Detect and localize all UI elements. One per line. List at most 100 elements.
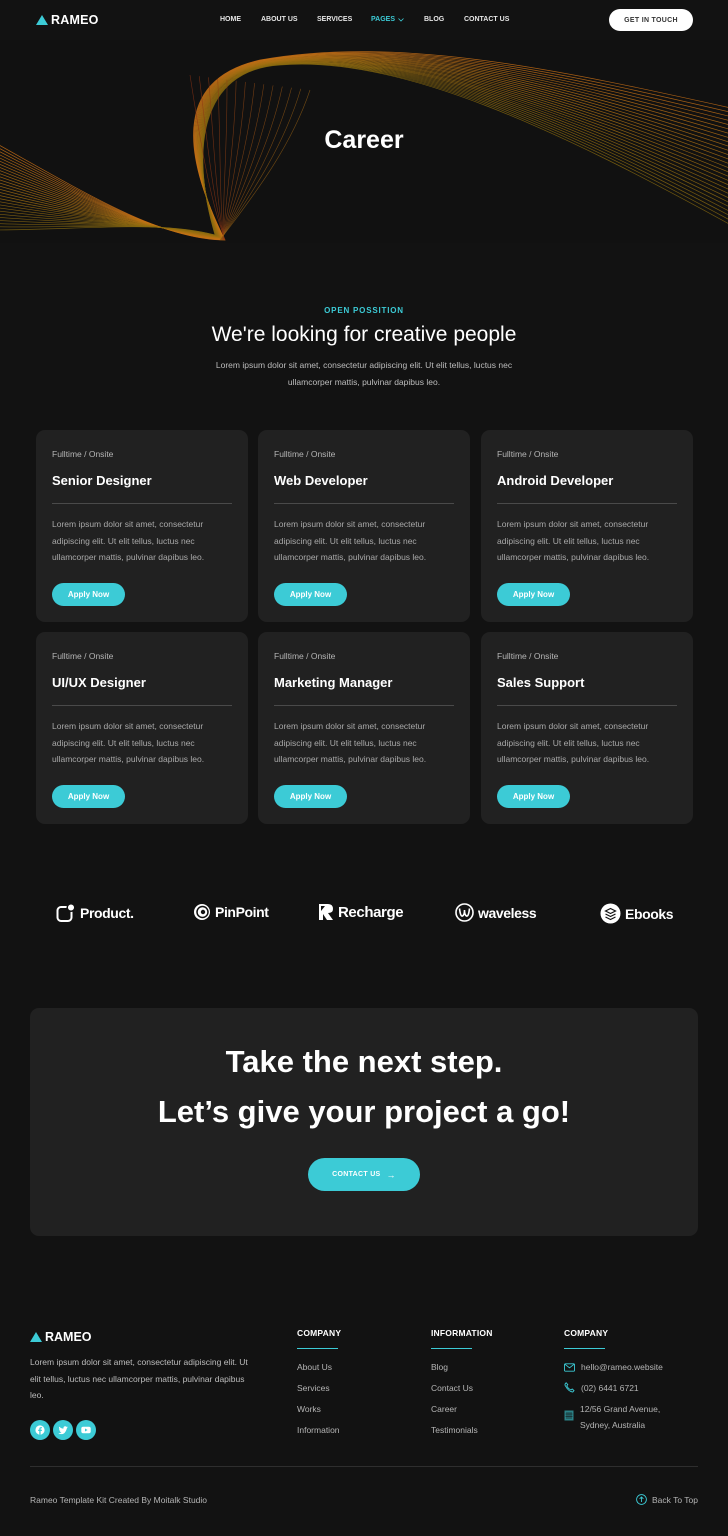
contact-us-button[interactable]: CONTACT US → — [308, 1158, 420, 1191]
apply-now-button[interactable]: Apply Now — [52, 785, 125, 808]
brand-name: PinPoint — [215, 904, 269, 920]
footer-column-heading: COMPANY — [297, 1328, 342, 1338]
back-to-top-button[interactable]: Back To Top — [636, 1494, 698, 1505]
youtube-link[interactable] — [76, 1420, 96, 1440]
contact-email[interactable]: hello@rameo.website — [564, 1359, 663, 1380]
footer-link-testimonials[interactable]: Testimonials — [431, 1425, 493, 1446]
job-type: Fulltime / Onsite — [52, 449, 114, 459]
product-logo-icon — [56, 903, 76, 922]
footer-column-heading: COMPANY — [564, 1328, 609, 1338]
job-type: Fulltime / Onsite — [274, 449, 336, 459]
job-card: Fulltime / Onsite Marketing Manager Lore… — [258, 632, 470, 824]
job-type: Fulltime / Onsite — [52, 651, 114, 661]
hero-banner: Career — [0, 40, 728, 243]
pinpoint-logo-icon — [194, 904, 210, 920]
brand-waveless: waveless — [455, 903, 537, 922]
divider — [497, 705, 677, 706]
facebook-link[interactable] — [30, 1420, 50, 1440]
client-logos: Product. PinPoint Recharge waveless Eboo… — [0, 903, 728, 929]
divider — [274, 503, 454, 504]
heading-underline — [564, 1348, 605, 1349]
social-links — [30, 1420, 96, 1440]
job-title: Sales Support — [497, 675, 585, 690]
contact-phone[interactable]: (02) 6441 6721 — [564, 1380, 663, 1401]
job-card: Fulltime / Onsite Android Developer Lore… — [481, 430, 693, 622]
apply-now-button[interactable]: Apply Now — [274, 583, 347, 606]
section-heading: We're looking for creative people — [211, 323, 517, 346]
email-text: hello@rameo.website — [581, 1362, 663, 1372]
arrow-up-circle-icon — [636, 1494, 647, 1505]
footer-link-information[interactable]: Information — [297, 1425, 341, 1446]
open-positions-intro: OPEN POSSITION We're looking for creativ… — [0, 306, 728, 391]
footer-link-career[interactable]: Career — [431, 1404, 493, 1425]
apply-now-button[interactable]: Apply Now — [497, 583, 570, 606]
logo-text: RAMEO — [45, 1330, 92, 1344]
divider — [274, 705, 454, 706]
logo-triangle-icon — [30, 1332, 42, 1342]
logo-triangle-icon — [36, 15, 48, 25]
brand-product: Product. — [56, 903, 134, 923]
footer-column-contact: COMPANY hello@rameo.website (02) 6441 67… — [564, 1328, 663, 1433]
job-title: Android Developer — [497, 473, 614, 488]
job-title: Marketing Manager — [274, 675, 393, 690]
cta-heading-line2: Let’s give your project a go! — [157, 1094, 571, 1129]
brand-ebooks: Ebooks — [600, 903, 674, 924]
nav-contact-us[interactable]: CONTACT US — [464, 16, 509, 23]
footer-link-blog[interactable]: Blog — [431, 1362, 493, 1383]
wave-line — [220, 87, 292, 241]
wave-line — [222, 83, 255, 241]
divider — [497, 503, 677, 504]
heading-underline — [431, 1348, 472, 1349]
apply-now-button[interactable]: Apply Now — [497, 785, 570, 808]
job-description: Lorem ipsum dolor sit amet, consectetur … — [52, 519, 205, 562]
footer-column-company: COMPANY About Us Services Works Informat… — [297, 1328, 341, 1446]
job-type: Fulltime / Onsite — [497, 449, 559, 459]
apply-now-button[interactable]: Apply Now — [52, 583, 125, 606]
nav-pages-label: PAGES — [371, 16, 395, 23]
job-title: Senior Designer — [52, 473, 152, 488]
job-type: Fulltime / Onsite — [497, 651, 559, 661]
nav-home[interactable]: HOME — [220, 16, 241, 23]
top-navigation: RAMEO HOME ABOUT US SERVICES PAGES BLOG … — [0, 0, 728, 40]
footer-link-works[interactable]: Works — [297, 1404, 341, 1425]
heading-underline — [297, 1348, 338, 1349]
job-description: Lorem ipsum dolor sit amet, consectetur … — [52, 721, 205, 764]
footer-divider — [30, 1466, 698, 1467]
chevron-down-icon — [398, 17, 404, 22]
contact-address: 12/56 Grand Avenue, Sydney, Australia — [564, 1401, 663, 1433]
footer-link-about-us[interactable]: About Us — [297, 1362, 341, 1383]
nav-blog[interactable]: BLOG — [424, 16, 444, 23]
phone-icon — [564, 1382, 575, 1393]
phone-text: (02) 6441 6721 — [581, 1383, 639, 1393]
address-line2: Sydney, Australia — [580, 1420, 646, 1430]
nav-services[interactable]: SERVICES — [317, 16, 352, 23]
job-title: Web Developer — [274, 473, 368, 488]
section-description: Lorem ipsum dolor sit amet, consectetur … — [215, 360, 513, 387]
twitter-link[interactable] — [53, 1420, 73, 1440]
job-description: Lorem ipsum dolor sit amet, consectetur … — [274, 519, 427, 562]
mail-icon — [564, 1363, 575, 1372]
brand-name: waveless — [478, 904, 537, 921]
back-to-top-label: Back To Top — [652, 1494, 698, 1505]
arrow-right-icon: → — [386, 1169, 396, 1180]
get-in-touch-button[interactable]: GET IN TOUCH — [609, 9, 693, 31]
twitter-icon — [58, 1425, 68, 1434]
logo[interactable]: RAMEO — [36, 13, 99, 27]
footer-link-contact-us[interactable]: Contact Us — [431, 1383, 493, 1404]
footer-column-heading: INFORMATION — [431, 1328, 493, 1338]
job-description: Lorem ipsum dolor sit amet, consectetur … — [497, 519, 650, 562]
building-icon — [564, 1410, 574, 1421]
page-title: Career — [324, 126, 404, 154]
ebooks-logo-icon — [600, 903, 621, 924]
apply-now-button[interactable]: Apply Now — [274, 785, 347, 808]
nav-pages[interactable]: PAGES — [371, 16, 404, 23]
job-type: Fulltime / Onsite — [274, 651, 336, 661]
nav-about-us[interactable]: ABOUT US — [261, 16, 298, 23]
footer-link-services[interactable]: Services — [297, 1383, 341, 1404]
footer-logo[interactable]: RAMEO — [30, 1330, 92, 1344]
section-eyebrow: OPEN POSSITION — [324, 306, 404, 315]
brand-name: Recharge — [338, 903, 404, 921]
job-card: Fulltime / Onsite Senior Designer Lorem … — [36, 430, 248, 622]
job-description: Lorem ipsum dolor sit amet, consectetur … — [497, 721, 650, 764]
call-to-action-panel: Take the next step. Let’s give your proj… — [30, 1008, 698, 1236]
